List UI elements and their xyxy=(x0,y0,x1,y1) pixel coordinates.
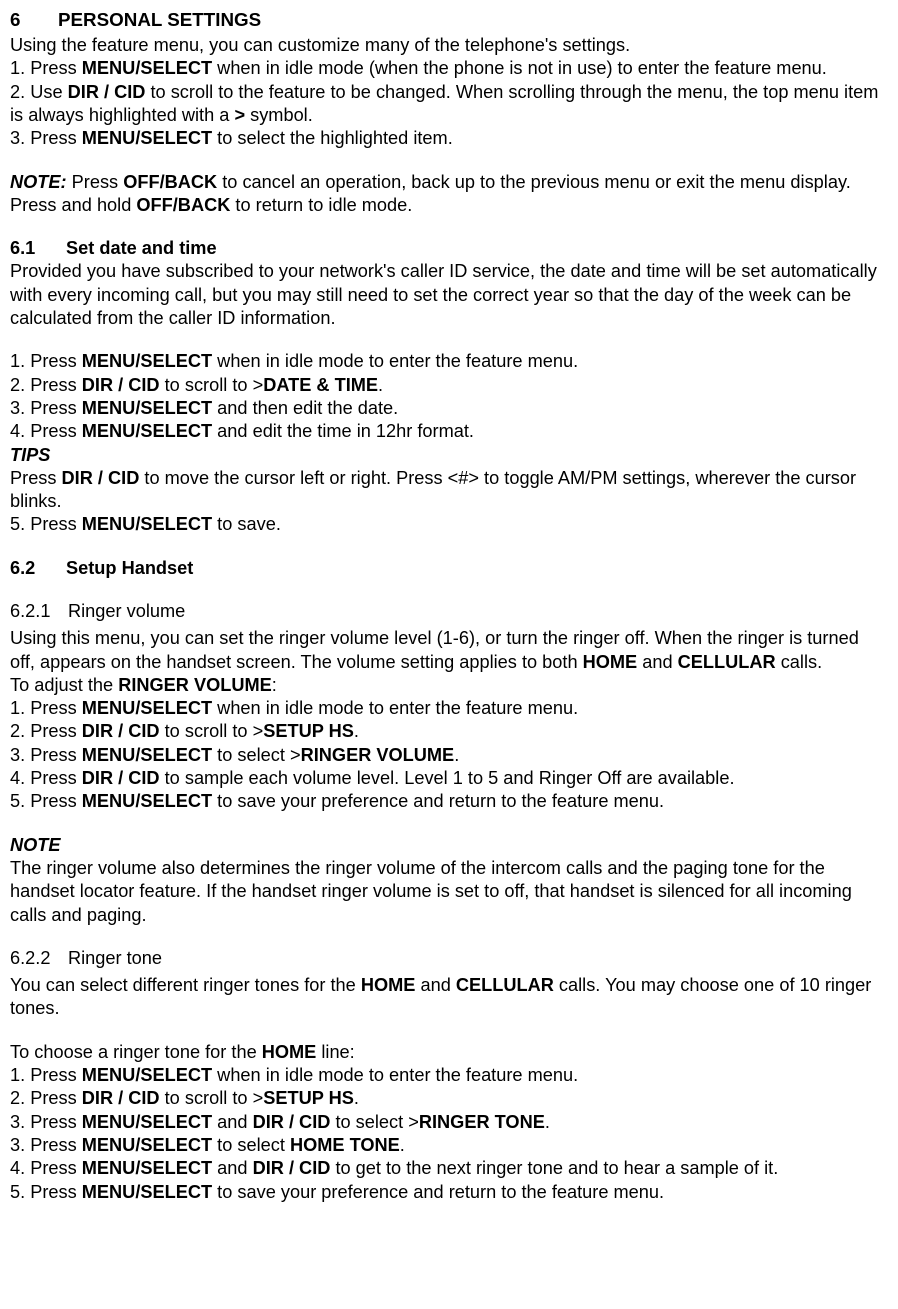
s622-step4: 4. Press MENU/SELECT and DIR / CID to ge… xyxy=(10,1157,888,1180)
s621-p2: To adjust the RINGER VOLUME: xyxy=(10,674,888,697)
heading-6-2-1-title: Ringer volume xyxy=(68,601,185,621)
s61-tips-label: TIPS xyxy=(10,444,888,467)
s61-step2: 2. Press DIR / CID to scroll to >DATE & … xyxy=(10,374,888,397)
s621-step3: 3. Press MENU/SELECT to select >RINGER V… xyxy=(10,744,888,767)
s622-step3x: 3. Press MENU/SELECT to select HOME TONE… xyxy=(10,1134,888,1157)
s621-p1: Using this menu, you can set the ringer … xyxy=(10,627,888,674)
s6-step1: 1. Press MENU/SELECT when in idle mode (… xyxy=(10,57,888,80)
s6-intro: Using the feature menu, you can customiz… xyxy=(10,34,888,57)
heading-6-title: PERSONAL SETTINGS xyxy=(58,9,261,30)
s622-step5: 5. Press MENU/SELECT to save your prefer… xyxy=(10,1181,888,1204)
s622-p1: You can select different ringer tones fo… xyxy=(10,974,888,1021)
heading-6-2-num: 6.2 xyxy=(10,557,66,580)
s61-tips: Press DIR / CID to move the cursor left … xyxy=(10,467,888,514)
s61-step1: 1. Press MENU/SELECT when in idle mode t… xyxy=(10,350,888,373)
s621-note-label: NOTE xyxy=(10,834,888,857)
s622-step1: 1. Press MENU/SELECT when in idle mode t… xyxy=(10,1064,888,1087)
heading-6-1: 6.1Set date and time xyxy=(10,237,888,260)
s621-step5: 5. Press MENU/SELECT to save your prefer… xyxy=(10,790,888,813)
heading-6-2-2-num: 6.2.2 xyxy=(10,947,68,970)
heading-6-1-num: 6.1 xyxy=(10,237,66,260)
s622-step2: 2. Press DIR / CID to scroll to >SETUP H… xyxy=(10,1087,888,1110)
heading-6-1-title: Set date and time xyxy=(66,238,217,258)
s621-step1: 1. Press MENU/SELECT when in idle mode t… xyxy=(10,697,888,720)
s621-note: The ringer volume also determines the ri… xyxy=(10,857,888,927)
s6-step2: 2. Use DIR / CID to scroll to the featur… xyxy=(10,81,888,128)
s61-intro: Provided you have subscribed to your net… xyxy=(10,260,888,330)
heading-6-2-1: 6.2.1Ringer volume xyxy=(10,600,888,623)
s6-note: NOTE: Press OFF/BACK to cancel an operat… xyxy=(10,171,888,218)
heading-6-2-title: Setup Handset xyxy=(66,558,193,578)
s621-step4: 4. Press DIR / CID to sample each volume… xyxy=(10,767,888,790)
heading-6-num: 6 xyxy=(10,8,58,32)
heading-6-2-1-num: 6.2.1 xyxy=(10,600,68,623)
s61-step5: 5. Press MENU/SELECT to save. xyxy=(10,513,888,536)
s6-step3: 3. Press MENU/SELECT to select the highl… xyxy=(10,127,888,150)
heading-6-2: 6.2Setup Handset xyxy=(10,557,888,580)
s61-step4: 4. Press MENU/SELECT and edit the time i… xyxy=(10,420,888,443)
heading-6: 6PERSONAL SETTINGS xyxy=(10,8,888,32)
s622-step3: 3. Press MENU/SELECT and DIR / CID to se… xyxy=(10,1111,888,1134)
s61-step3: 3. Press MENU/SELECT and then edit the d… xyxy=(10,397,888,420)
heading-6-2-2: 6.2.2Ringer tone xyxy=(10,947,888,970)
s621-step2: 2. Press DIR / CID to scroll to >SETUP H… xyxy=(10,720,888,743)
heading-6-2-2-title: Ringer tone xyxy=(68,948,162,968)
s622-p2: To choose a ringer tone for the HOME lin… xyxy=(10,1041,888,1064)
